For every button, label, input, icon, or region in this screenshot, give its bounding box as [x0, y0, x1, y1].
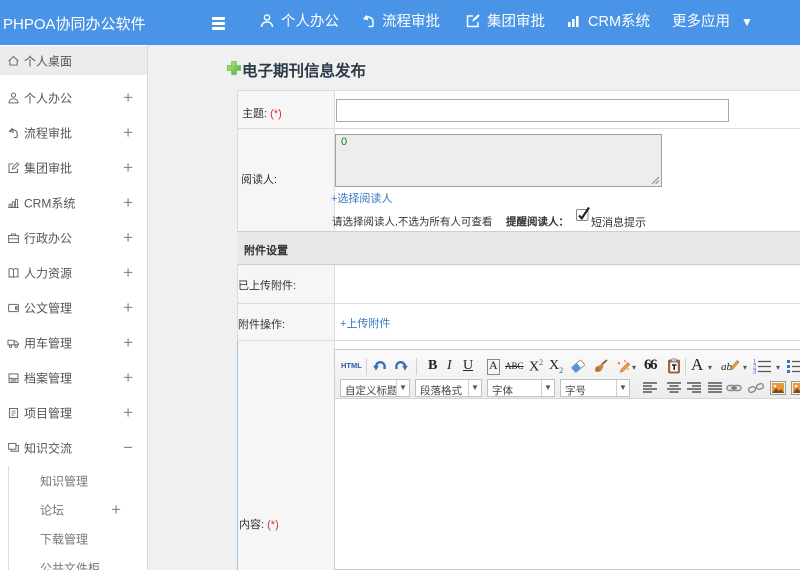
svg-text:ab: ab	[721, 361, 733, 373]
svg-text:3: 3	[753, 370, 757, 375]
